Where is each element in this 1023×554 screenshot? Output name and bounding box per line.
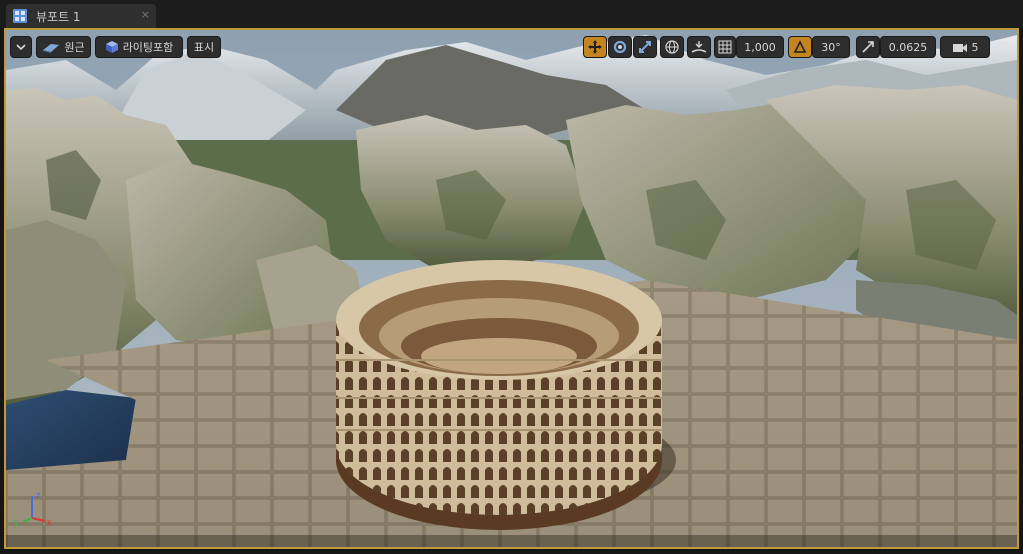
axis-z-label: z [36, 490, 41, 500]
rotation-snap-label: 30° [821, 40, 841, 54]
viewport[interactable]: 원근 라이팅포함 표시 1,000 30° 0.0625 5 z x y [4, 28, 1019, 549]
scale-snap-toggle[interactable] [856, 36, 880, 58]
tab-title: 뷰포트 1 [36, 10, 81, 24]
translate-icon [588, 40, 602, 54]
show-label: 표시 [193, 41, 215, 54]
viewport-icon [13, 9, 27, 23]
perspective-icon [43, 44, 60, 53]
grid-snap-label: 1,000 [744, 40, 776, 54]
rotation-snap-toggle[interactable] [788, 36, 812, 58]
coordinate-system-button[interactable] [660, 36, 684, 58]
rotate-icon [613, 40, 627, 54]
surface-snap-icon [691, 41, 707, 53]
lighting-label: 라이팅포함 [122, 41, 174, 54]
scale-snap-label: 0.0625 [888, 40, 928, 54]
perspective-label: 원근 [64, 41, 85, 54]
show-flags-button[interactable]: 표시 [187, 36, 221, 58]
lit-cube-icon [105, 41, 118, 53]
globe-icon [665, 40, 679, 54]
axis-x-label: x [47, 517, 52, 527]
axis-y-label: y [14, 517, 19, 527]
scale-snap-value[interactable]: 0.0625 [880, 36, 936, 58]
axis-gizmo: z x y [14, 490, 52, 527]
viewport-options-button[interactable] [10, 36, 32, 58]
close-icon[interactable]: × [141, 8, 150, 21]
translate-mode-button[interactable] [583, 36, 607, 58]
maximize-viewport-button[interactable] [994, 36, 1012, 58]
camera-icon [952, 44, 967, 52]
surface-snap-button[interactable] [687, 36, 711, 58]
perspective-button[interactable]: 원근 [36, 36, 91, 58]
rotate-mode-button[interactable] [608, 36, 632, 58]
grid-snap-value[interactable]: 1,000 [736, 36, 784, 58]
maximize-icon [998, 42, 1008, 52]
viewport-tab[interactable]: 뷰포트 1 × [6, 4, 156, 28]
angle-icon [793, 40, 807, 53]
scale-icon [639, 41, 651, 53]
lighting-mode-button[interactable]: 라이팅포함 [95, 36, 183, 58]
scene-render [6, 30, 1017, 547]
tab-bar: 뷰포트 1 × [0, 0, 1023, 28]
camera-speed-label: 5 [971, 40, 979, 54]
scale-mode-button[interactable] [633, 36, 657, 58]
grid-icon [718, 40, 732, 54]
camera-speed-button[interactable]: 5 [940, 36, 990, 58]
rotation-snap-value[interactable]: 30° [812, 36, 850, 58]
scale-snap-icon [862, 41, 874, 53]
grid-snap-toggle[interactable] [714, 36, 736, 58]
dropdown-arrow-icon [16, 44, 26, 51]
